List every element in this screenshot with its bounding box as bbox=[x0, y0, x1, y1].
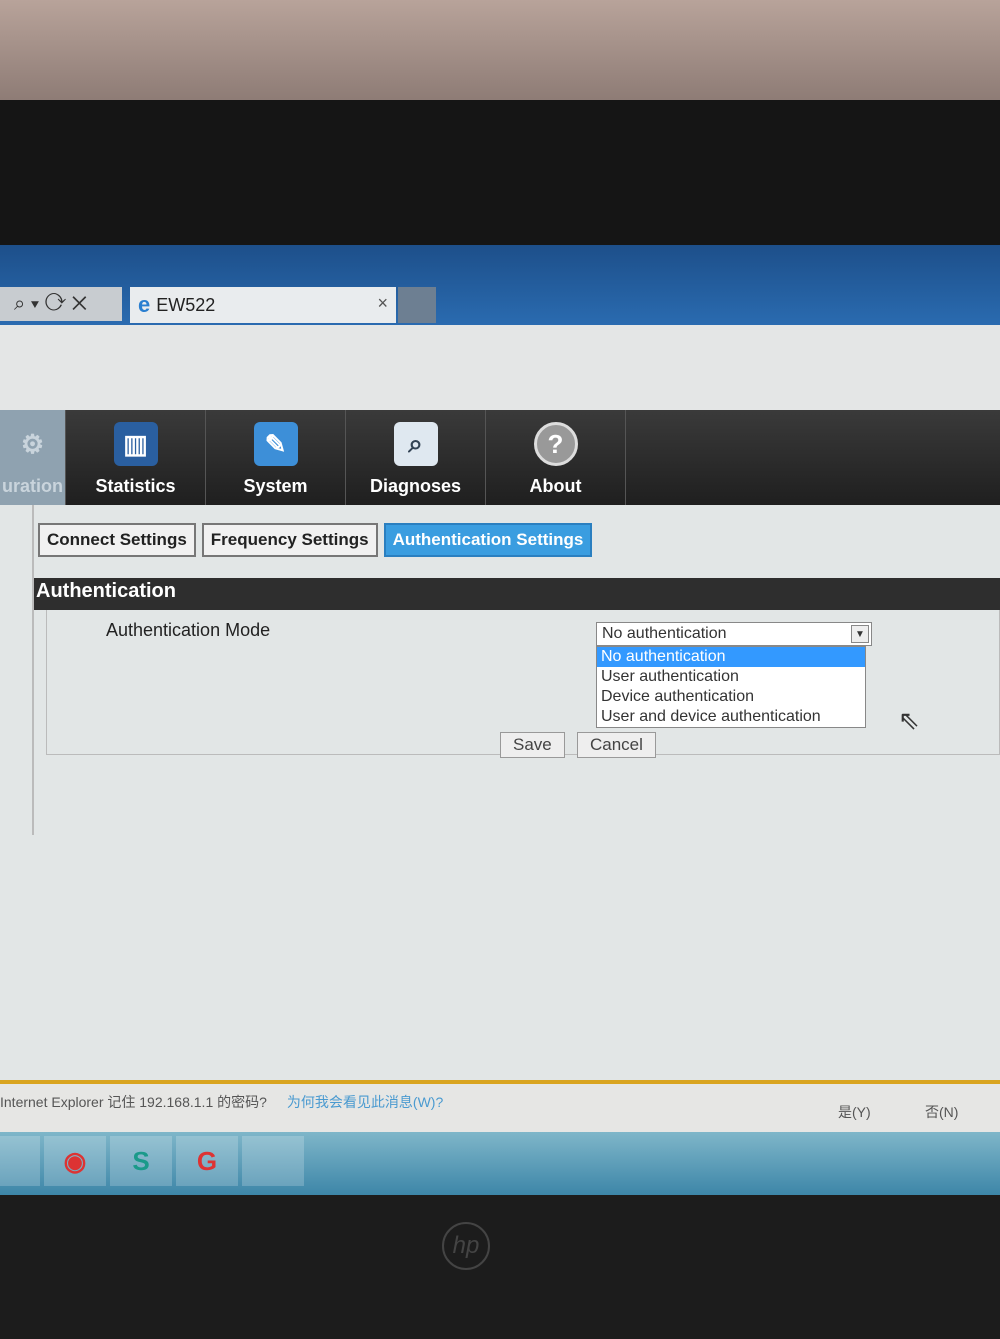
search-refresh-stop-icons[interactable]: ⌕ ▾ ⟳ ✕ bbox=[14, 293, 87, 316]
chevron-down-icon[interactable]: ▼ bbox=[851, 625, 869, 643]
option-no-authentication[interactable]: No authentication bbox=[597, 647, 865, 667]
start-button[interactable] bbox=[0, 1136, 40, 1186]
nav-label: About bbox=[529, 476, 582, 496]
laptop-bezel bbox=[0, 100, 1000, 250]
tab-authentication-settings[interactable]: Authentication Settings bbox=[383, 523, 593, 557]
chrome-icon[interactable]: ◉ bbox=[44, 1136, 106, 1186]
screen: ⌕ ▾ ⟳ ✕ e EW522 × ⚙ uration ▥ Statistics ✎ Sy… bbox=[0, 245, 1000, 1195]
notification-help-link[interactable]: 为何我会看见此消息(W)? bbox=[287, 1094, 443, 1110]
help-icon: ? bbox=[533, 422, 578, 466]
notification-message: Internet Explorer 记住 192.168.1.1 的密码? bbox=[0, 1094, 267, 1110]
no-button[interactable]: 否(N) bbox=[925, 1102, 958, 1122]
dropdown-list: No authentication User authentication De… bbox=[596, 646, 866, 728]
hp-logo: hp bbox=[442, 1222, 490, 1270]
app-g-icon[interactable]: G bbox=[176, 1136, 238, 1186]
nav-configuration[interactable]: ⚙ uration bbox=[0, 410, 66, 505]
option-user-device-authentication[interactable]: User and device authentication bbox=[597, 707, 865, 727]
nav-about[interactable]: ? About bbox=[486, 410, 626, 505]
ie-icon: e bbox=[138, 292, 151, 317]
command-bar bbox=[0, 325, 1000, 411]
authentication-mode-select[interactable]: No authentication ▼ bbox=[596, 622, 872, 646]
close-tab-icon[interactable]: × bbox=[377, 293, 388, 314]
yes-button[interactable]: 是(Y) bbox=[838, 1102, 871, 1122]
taskbar: ◉ S G bbox=[0, 1132, 1000, 1195]
ie-taskbar-icon[interactable] bbox=[242, 1136, 304, 1186]
monitor-chart-icon: ▥ bbox=[113, 422, 158, 466]
gear-icon: ⚙ bbox=[20, 428, 45, 459]
address-bar-controls[interactable]: ⌕ ▾ ⟳ ✕ bbox=[0, 287, 122, 321]
nav-label: Statistics bbox=[95, 476, 176, 496]
cancel-button[interactable]: Cancel bbox=[577, 732, 656, 758]
nav-label: System bbox=[243, 476, 308, 496]
notification-bar: Internet Explorer 记住 192.168.1.1 的密码? 为何我… bbox=[0, 1080, 1000, 1132]
background-wall bbox=[0, 0, 1000, 110]
magnifier-icon: ⌕ bbox=[393, 422, 438, 466]
selected-value: No authentication bbox=[602, 625, 727, 642]
option-device-authentication[interactable]: Device authentication bbox=[597, 687, 865, 707]
nav-system[interactable]: ✎ System bbox=[206, 410, 346, 505]
app-s-icon[interactable]: S bbox=[110, 1136, 172, 1186]
section-header: Authentication bbox=[34, 578, 1000, 610]
option-user-authentication[interactable]: User authentication bbox=[597, 667, 865, 687]
authentication-mode-label: Authentication Mode bbox=[106, 620, 271, 640]
save-button[interactable]: Save bbox=[500, 732, 565, 758]
laptop-bottom-bezel bbox=[0, 1195, 1000, 1339]
nav-label: uration bbox=[2, 476, 63, 496]
nav-label: Diagnoses bbox=[369, 476, 462, 496]
nav-statistics[interactable]: ▥ Statistics bbox=[66, 410, 206, 505]
nav-diagnoses[interactable]: ⌕ Diagnoses bbox=[346, 410, 486, 505]
tab-title: EW522 bbox=[156, 294, 216, 315]
left-frame bbox=[0, 505, 34, 835]
browser-tab[interactable]: e EW522 × bbox=[130, 287, 396, 323]
notebook-icon: ✎ bbox=[253, 422, 298, 466]
tab-connect-settings[interactable]: Connect Settings bbox=[38, 523, 196, 557]
sub-tabs: Connect Settings Frequency Settings Auth… bbox=[38, 523, 593, 557]
new-tab-button[interactable] bbox=[398, 287, 436, 323]
mouse-cursor-icon: ⇖ bbox=[898, 705, 920, 735]
tab-frequency-settings[interactable]: Frequency Settings bbox=[201, 523, 378, 557]
main-nav: ⚙ uration ▥ Statistics ✎ System ⌕ Diagnoses … bbox=[0, 410, 1000, 505]
